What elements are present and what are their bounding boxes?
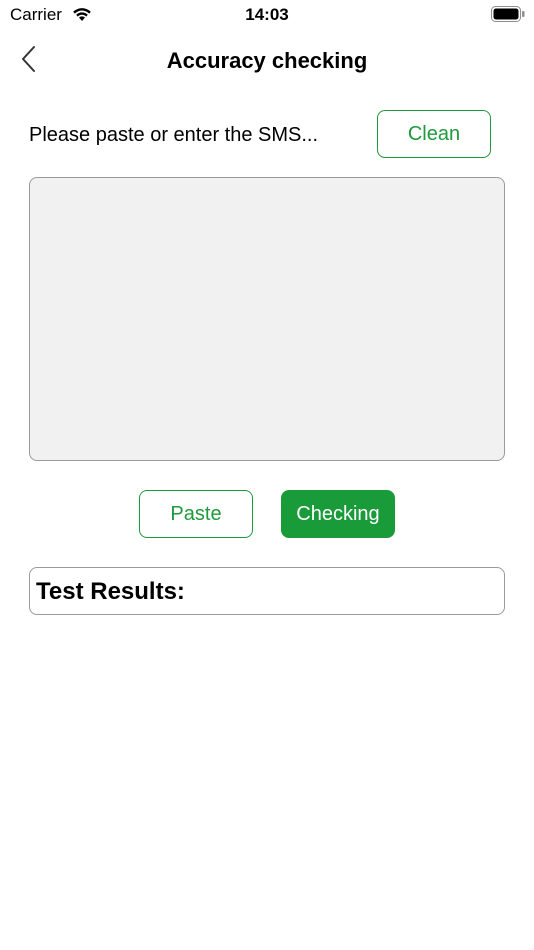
page-title: Accuracy checking xyxy=(166,48,368,73)
test-results-label: Test Results: xyxy=(36,578,185,605)
status-bar: Carrier 14:03 xyxy=(0,0,534,30)
clock-time: 14:03 xyxy=(245,5,289,24)
paste-button[interactable]: Paste xyxy=(139,490,253,538)
sms-input[interactable] xyxy=(29,177,505,461)
battery-icon xyxy=(491,6,525,22)
navigation-bar: Accuracy checking xyxy=(0,30,534,90)
test-results-box: Test Results: xyxy=(29,567,505,615)
checking-button[interactable]: Checking xyxy=(281,490,395,538)
sms-prompt-label: Please paste or enter the SMS... xyxy=(29,124,319,146)
clean-button[interactable]: Clean xyxy=(377,110,491,158)
